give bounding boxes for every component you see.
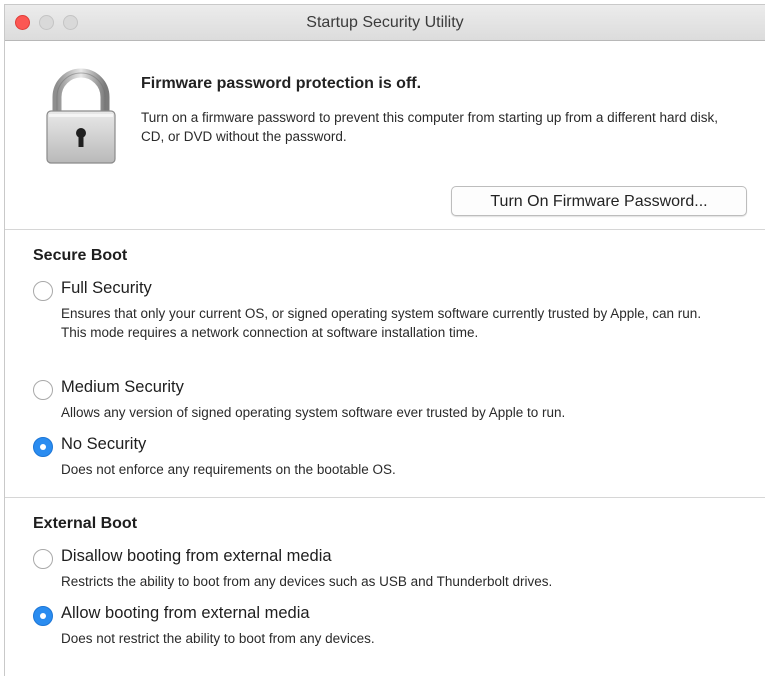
- full-security-radio[interactable]: [33, 281, 53, 301]
- lock-icon: [46, 68, 116, 164]
- disallow-external-boot-label[interactable]: Disallow booting from external media: [61, 547, 332, 566]
- disallow-external-boot-radio[interactable]: [33, 549, 53, 569]
- turn-on-firmware-password-button[interactable]: Turn On Firmware Password...: [451, 186, 747, 216]
- medium-security-radio[interactable]: [33, 380, 53, 400]
- no-security-description: Does not enforce any requirements on the…: [61, 462, 396, 477]
- full-security-description: Ensures that only your current OS, or si…: [61, 306, 702, 340]
- disallow-external-boot-description: Restricts the ability to boot from any d…: [61, 574, 553, 589]
- startup-security-window: Startup Security Utility Firmware passwo…: [4, 4, 765, 676]
- divider: [5, 497, 765, 498]
- allow-external-boot-radio[interactable]: [33, 606, 53, 626]
- allow-external-boot-description: Does not restrict the ability to boot fr…: [61, 631, 375, 646]
- divider: [5, 229, 765, 230]
- title-bar: Startup Security Utility: [5, 5, 765, 41]
- external-boot-title: External Boot: [33, 515, 138, 532]
- window-title: Startup Security Utility: [306, 14, 464, 31]
- no-security-label[interactable]: No Security: [61, 435, 146, 454]
- secure-boot-title: Secure Boot: [33, 247, 128, 264]
- medium-security-label[interactable]: Medium Security: [61, 378, 184, 397]
- allow-external-boot-label[interactable]: Allow booting from external media: [61, 604, 310, 623]
- firmware-status-heading: Firmware password protection is off.: [141, 75, 422, 92]
- medium-security-description: Allows any version of signed operating s…: [61, 405, 566, 420]
- no-security-radio[interactable]: [33, 437, 53, 457]
- firmware-description: Turn on a firmware password to prevent t…: [141, 110, 718, 144]
- full-security-label[interactable]: Full Security: [61, 279, 152, 298]
